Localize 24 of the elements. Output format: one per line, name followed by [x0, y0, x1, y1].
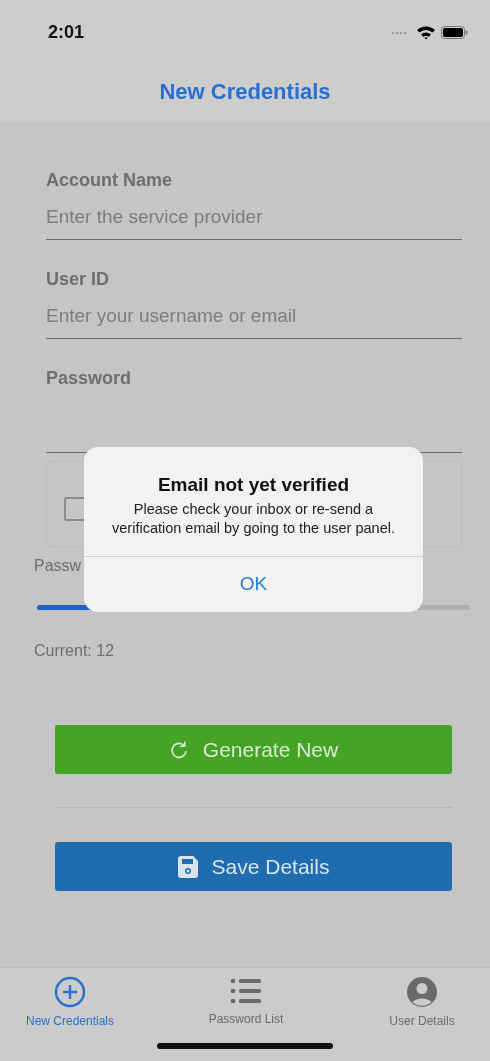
battery-icon [441, 26, 468, 39]
list-icon [230, 976, 262, 1006]
field-label: Password [46, 368, 133, 389]
refresh-icon [168, 739, 189, 760]
status-time: 2:01 [48, 22, 86, 43]
alert-message: Please check your inbox or re-send a verification email by going to the user panel. [111, 500, 396, 538]
alert-title: Email not yet verified [157, 474, 350, 496]
save-button[interactable]: Save Details [55, 842, 452, 891]
length-label: Passw [34, 557, 82, 575]
add-icon [54, 976, 86, 1008]
wifi-icon [416, 25, 436, 40]
ok-button[interactable]: OK [84, 556, 423, 612]
current-length: Current: 12 [34, 642, 115, 660]
generate-button[interactable]: Generate New [55, 725, 452, 774]
signal-icon [391, 30, 409, 35]
screen-title: New Credentials [159, 79, 331, 105]
tab[interactable]: Password List [186, 976, 306, 1037]
field-label: Account Name [46, 170, 174, 191]
input-field[interactable]: Enter your username or email [46, 303, 462, 339]
user-icon [406, 976, 438, 1008]
input-field[interactable]: Enter the service provider [46, 204, 462, 240]
tab[interactable]: New Credentials [10, 976, 130, 1037]
field-label: User ID [46, 269, 111, 290]
tab[interactable]: User Details [362, 976, 482, 1037]
